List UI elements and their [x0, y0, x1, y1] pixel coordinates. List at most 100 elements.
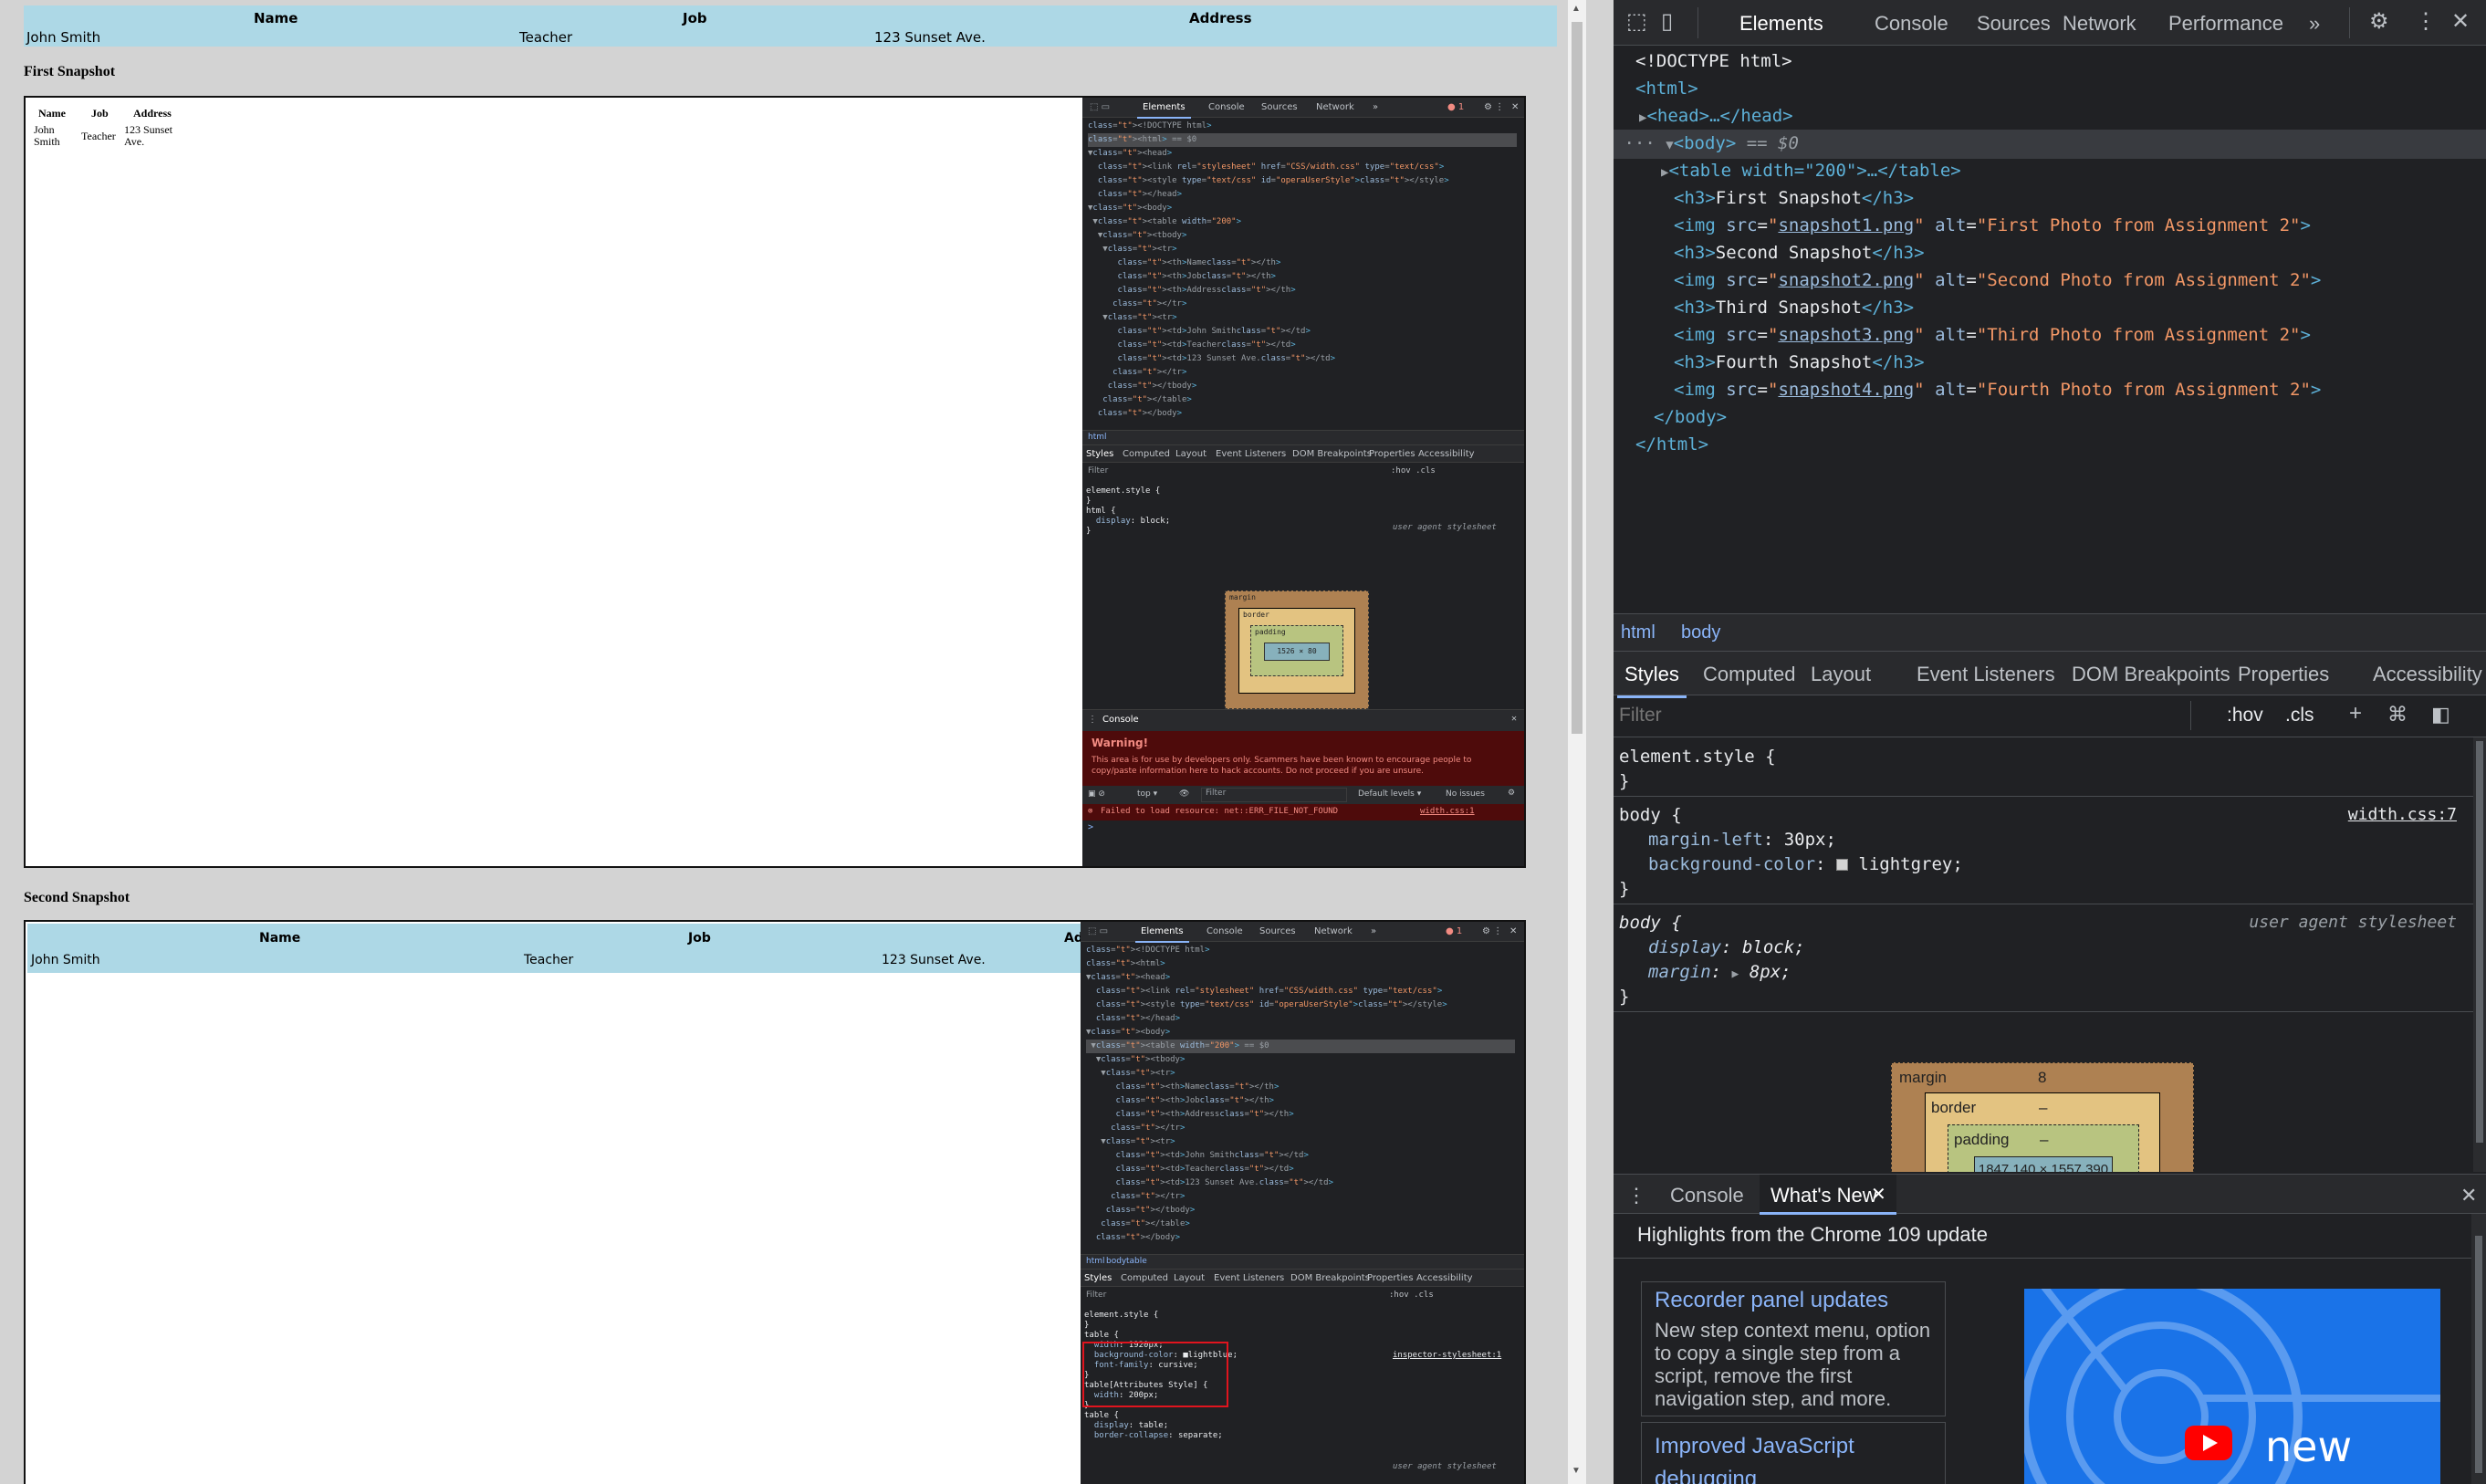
rule-body-ua-close: }: [1619, 987, 1630, 1007]
card-recorder-text: New step context menu, option to copy a …: [1655, 1319, 1931, 1410]
dom-body-selected[interactable]: ··· ▼<body> == $0: [1614, 130, 2486, 159]
hov-toggle[interactable]: :hov: [2227, 705, 2263, 726]
sidebar-toggle-icon[interactable]: ◧: [2431, 704, 2450, 726]
prop-background-color[interactable]: background-color: lightgrey;: [1648, 852, 1963, 877]
drawer-menu-icon[interactable]: ⋮: [1626, 1184, 1646, 1207]
dom-html-close-tag: </html>: [1635, 434, 1709, 455]
page-scrollbar[interactable]: ▲ ▼: [1568, 0, 1586, 1484]
styles-scrollbar-thumb[interactable]: [2476, 741, 2483, 1143]
drawer-tab-whats-new[interactable]: What's New ✕: [1760, 1175, 1896, 1215]
dom-img-3[interactable]: <img src="snapshot3.png" alt="Third Phot…: [1674, 321, 2311, 349]
box-model-border[interactable]: border – padding – 1847.140 × 1557.390: [1925, 1092, 2160, 1172]
box-model-margin[interactable]: margin 8 border – padding – 1847.140 × 1…: [1891, 1062, 2194, 1172]
styles-scrollbar[interactable]: [2473, 737, 2486, 1172]
snapshot-2-devtools: ⬚ ▭ Elements Console Sources Network » ●…: [1081, 922, 1524, 1484]
tab-console[interactable]: Console: [1875, 12, 1948, 36]
tab-event-listeners[interactable]: Event Listeners: [1917, 663, 2055, 686]
tab-dom-breakpoints[interactable]: DOM Breakpoints: [2072, 663, 2230, 686]
mini-error-count: 1: [1457, 102, 1465, 112]
drawer-scrollbar-thumb[interactable]: [2475, 1236, 2482, 1473]
dom-doctype[interactable]: <!DOCTYPE html>: [1635, 47, 1792, 75]
mini-dom-line: class="t"><th>Jobclass="t"></th>: [1117, 272, 1276, 281]
mini-dom-line: class="t"><style type="text/css" id="ope…: [1095, 1000, 1447, 1009]
page-viewport: Name Job Address John Smith Teacher 123 …: [0, 0, 1586, 1484]
prop-margin-left[interactable]: margin-left: 30px;: [1648, 828, 1836, 852]
card-javascript[interactable]: Improved JavaScript debugging: [1641, 1422, 1946, 1484]
mini-style-tab: Layout: [1175, 449, 1206, 459]
drawer-scrollbar[interactable]: [2471, 1214, 2486, 1484]
tab-sources[interactable]: Sources: [1977, 12, 2051, 36]
play-icon[interactable]: [2185, 1426, 2232, 1460]
tab-computed[interactable]: Computed: [1703, 663, 1796, 686]
styles-filter-input[interactable]: [1619, 701, 2176, 730]
mini-dom-tree: class="t"><!DOCTYPE html> class="t"><html…: [1088, 120, 1517, 430]
mini2-tab-network: Network: [1314, 926, 1353, 936]
tab-properties[interactable]: Properties: [2238, 663, 2329, 686]
dom-h3-4[interactable]: <h3>Fourth Snapshot</h3>: [1674, 349, 1925, 376]
dom-img-2[interactable]: <img src="snapshot2.png" alt="Second Pho…: [1674, 266, 2321, 294]
dom-img-1[interactable]: <img src="snapshot1.png" alt="First Phot…: [1674, 212, 2311, 239]
dom-h3-3[interactable]: <h3>Third Snapshot</h3>: [1674, 294, 1914, 321]
drawer-tab-console[interactable]: Console: [1670, 1184, 1744, 1207]
mini-dom-line: ▼class="t"><tbody>: [1086, 1055, 1186, 1064]
inspect-element-icon[interactable]: ⬚: [1626, 11, 1647, 33]
device-toolbar-icon[interactable]: ▯: [1661, 11, 1673, 33]
whats-new-video[interactable]: new: [2024, 1289, 2440, 1484]
dom-h3-1[interactable]: <h3>First Snapshot</h3>: [1674, 184, 1914, 212]
tab-network[interactable]: Network: [2063, 12, 2136, 36]
prop-display[interactable]: display: block;: [1648, 935, 1805, 960]
devtools-panel: ⬚ ▯ Elements Console Sources Network Per…: [1614, 0, 2486, 1484]
rule-source-width-css[interactable]: width.css:7: [2348, 805, 2457, 824]
rule-element-style-close: }: [1619, 771, 1630, 791]
dom-body-close[interactable]: </body>: [1654, 403, 1727, 431]
dom-head[interactable]: ▶<head>…</head>: [1639, 102, 1793, 131]
add-rule-icon[interactable]: +: [2349, 703, 2362, 725]
prop-margin-value: 8px;: [1749, 962, 1791, 982]
mini2-td-address: 123 Sunset Ave.: [882, 953, 986, 967]
settings-gear-icon[interactable]: ⚙: [2369, 11, 2389, 33]
dom-img-src-link[interactable]: snapshot4.png: [1778, 380, 1914, 400]
mini2-src-inspector: inspector-stylesheet:1: [1393, 1351, 1502, 1360]
drawer-close-icon[interactable]: ✕: [2460, 1184, 2477, 1207]
box-model-padding[interactable]: padding – 1847.140 × 1557.390: [1948, 1124, 2139, 1172]
crumb-body[interactable]: body: [1681, 622, 1720, 643]
prop-margin[interactable]: margin: ▶ 8px;: [1648, 960, 1791, 987]
rule-element-style[interactable]: element.style {: [1619, 745, 1776, 769]
dom-img-src-link[interactable]: snapshot3.png: [1778, 325, 1914, 345]
tab-more[interactable]: »: [2309, 12, 2320, 36]
dom-table[interactable]: ▶<table width="200">…</table>: [1661, 157, 1961, 186]
mini2-tab-more: »: [1371, 926, 1377, 936]
dom-h3-2[interactable]: <h3>Second Snapshot</h3>: [1674, 239, 1925, 266]
box-content-size[interactable]: 1847.140 × 1557.390: [1974, 1156, 2113, 1172]
prop-margin-left-name: margin-left: [1648, 830, 1763, 850]
mini-tab-console: Console: [1208, 102, 1245, 112]
color-swatch[interactable]: [1835, 859, 1848, 871]
prop-display-name: display: [1648, 937, 1722, 957]
mini-box-content: 1526 × 80: [1264, 643, 1330, 661]
tab-accessibility[interactable]: Accessibility: [2373, 663, 2482, 686]
card-javascript-title[interactable]: Improved JavaScript debugging: [1655, 1430, 1928, 1484]
page-scrollbar-thumb[interactable]: [1572, 22, 1582, 734]
mini-box-margin: margin border padding 1526 × 80: [1225, 590, 1369, 709]
mini-dom-line: class="t"></tr>: [1111, 1123, 1186, 1133]
paint-icon[interactable]: ⌘: [2387, 704, 2408, 726]
dom-head-tag: <head>…</head>: [1646, 106, 1793, 126]
rule-body-width-css[interactable]: body {: [1619, 803, 1682, 828]
kebab-menu-icon[interactable]: ⋮: [2415, 11, 2437, 33]
cls-toggle[interactable]: .cls: [2285, 705, 2314, 726]
close-devtools-icon[interactable]: ✕: [2451, 11, 2470, 33]
dom-img-src-link[interactable]: snapshot1.png: [1778, 215, 1914, 235]
card-recorder-title[interactable]: Recorder panel updates: [1655, 1288, 1888, 1313]
tab-styles[interactable]: Styles: [1617, 663, 1687, 698]
tab-performance[interactable]: Performance: [2168, 12, 2283, 36]
dom-html-open[interactable]: <html>: [1635, 75, 1698, 102]
rule-body-ua[interactable]: body {: [1619, 911, 1682, 935]
dom-html-close[interactable]: </html>: [1635, 431, 1708, 458]
dom-img-src-link[interactable]: snapshot2.png: [1778, 270, 1914, 290]
tab-elements[interactable]: Elements: [1739, 12, 1823, 36]
whats-new-close-icon[interactable]: ✕: [1871, 1183, 1886, 1206]
card-recorder[interactable]: Recorder panel updates New step context …: [1641, 1281, 1946, 1416]
dom-img-4[interactable]: <img src="snapshot4.png" alt="Fourth Pho…: [1674, 376, 2321, 403]
tab-layout[interactable]: Layout: [1811, 663, 1871, 686]
crumb-html[interactable]: html: [1621, 622, 1656, 643]
